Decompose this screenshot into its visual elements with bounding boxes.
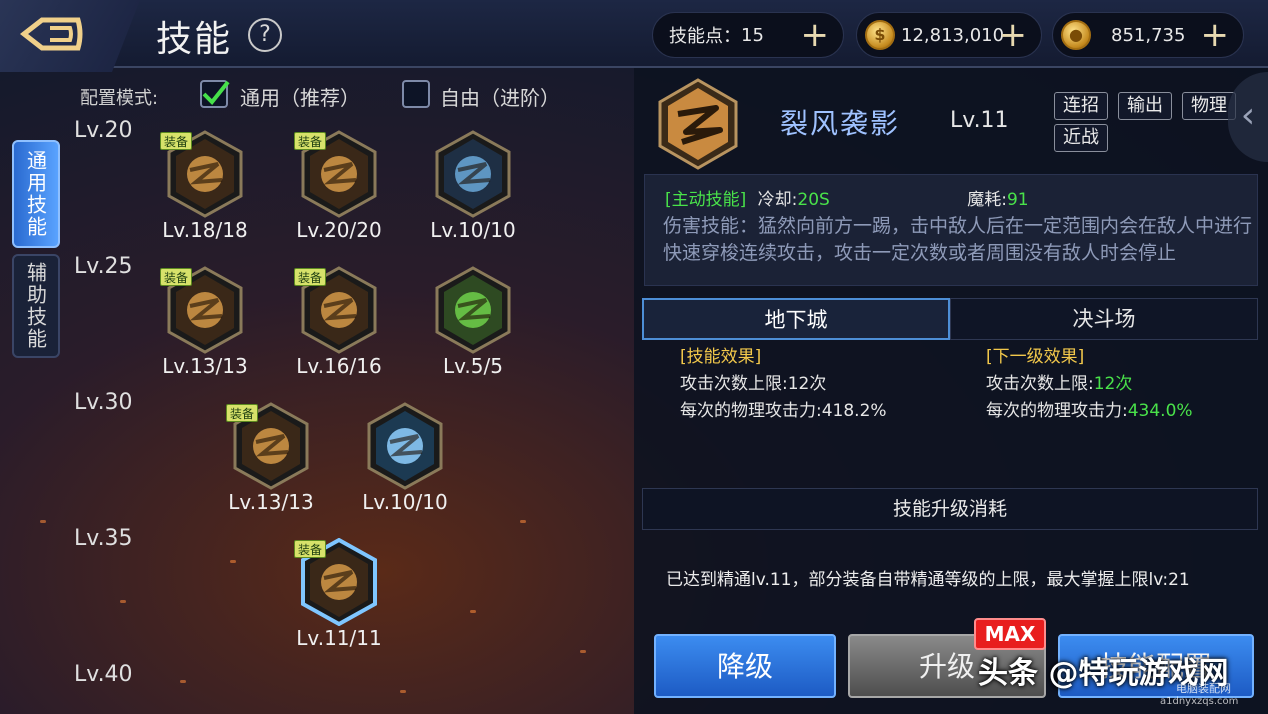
ember-decoration [580,650,586,653]
ice-fist-icon [367,402,443,490]
skill-slot[interactable]: Lv.10/10 [428,130,518,242]
level-row-label: Lv.20 [74,118,133,143]
cooldown-label: 冷却: [757,190,798,210]
downgrade-button[interactable]: 降级 [654,634,836,698]
ember-decoration [520,520,526,523]
skill-slot[interactable]: 装备 Lv.11/11 [294,538,384,650]
hits-next-value: 12次 [1093,374,1133,394]
skill-description-box[interactable]: [主动技能] 冷却:20S 魔耗:91 伤害技能：猛然向前方一踢，击中敌人后在一… [644,174,1258,286]
atk-label: 每次的物理攻击力: [680,401,822,421]
tab-assist-skills[interactable]: 辅助技能 [12,254,60,358]
skill-slot[interactable]: 装备 Lv.18/18 [160,130,250,242]
ember-decoration [40,520,46,523]
watermark-url: a1dnyxzqs.com [1160,696,1239,707]
atk-label: 每次的物理攻击力: [986,401,1128,421]
equipped-tag: 装备 [160,268,193,286]
ember-decoration [400,690,406,693]
next-effect: [下一级效果] 攻击次数上限:12次 每次的物理攻击力:434.0% [986,344,1193,425]
hits-label: 攻击次数上限: [680,374,788,394]
selected-skill-icon [658,78,738,170]
equipped-tag: 装备 [294,540,327,558]
skill-level-label: Lv.10/10 [430,218,516,242]
hits-current-value: 12次 [787,374,827,394]
tab-general-skills[interactable]: 通用技能 [12,140,60,248]
watermark-small: 电脑装配网 [1176,682,1231,695]
ember-decoration [120,600,126,603]
free-mode-checkbox[interactable] [402,80,430,108]
skill-name: 裂风袭影 [780,107,901,140]
level-row-label: Lv.30 [74,390,133,415]
skill-slot[interactable]: 装备 Lv.13/13 [226,402,316,514]
bound-gold-value: 851,735 [1111,24,1186,46]
skill-points-value: 15 [741,24,764,46]
level-row-label: Lv.25 [74,254,133,279]
atk-current-value: 418.2% [821,401,887,421]
gold-value: 12,813,010 [901,24,1005,46]
skill-description: 伤害技能：猛然向前方一踢，击中敌人后在一定范围内会在敌人中进行快速穿梭连续攻击，… [663,215,1253,264]
general-mode-checkbox[interactable] [200,80,230,108]
skill-slot[interactable]: Lv.10/10 [360,402,450,514]
next-effect-title: [下一级效果] [986,347,1085,367]
ember-decoration [230,560,236,563]
general-mode-label: 通用（推荐） [240,86,360,110]
skill-stats-row: [主动技能] 冷却:20S 魔耗:91 [665,185,1029,210]
skill-slot[interactable]: Lv.5/5 [428,266,518,378]
skill-level-label: Lv.10/10 [362,490,448,514]
mp-value: 91 [1006,190,1029,210]
skill-level-label: Lv.13/13 [162,354,248,378]
max-badge: MAX [974,618,1046,650]
config-mode-label: 配置模式: [80,88,159,109]
upgrade-cost-header: 技能升级消耗 [642,488,1258,530]
mp-label: 魔耗: [967,190,1007,210]
current-effect: [技能效果] 攻击次数上限:12次 每次的物理攻击力:418.2% [680,344,887,425]
level-row-label: Lv.35 [74,526,133,551]
back-button[interactable] [0,0,140,72]
skill-level-label: Lv.16/16 [296,354,382,378]
bound-gold-pill: ● 851,735 + [1052,12,1244,58]
skill-tag: 连招 [1054,92,1108,120]
skill-tag: 输出 [1118,92,1172,120]
ember-decoration [470,610,476,613]
help-icon[interactable]: ? [248,18,282,52]
equipped-tag: 装备 [160,132,193,150]
skill-tag: 近战 [1054,124,1108,152]
back-arrow-icon [20,17,83,51]
equipped-tag: 装备 [294,268,327,286]
top-bar: 技能 ? 技能点： 15 + $ 12,813,010 + ● 851,735 … [0,0,1268,72]
ember-decoration [180,680,186,683]
free-mode-label: 自由（进阶） [440,86,560,110]
gold-pill: $ 12,813,010 + [856,12,1042,58]
tab-arena[interactable]: 决斗场 [950,298,1258,340]
skill-level: Lv.11 [950,108,1009,133]
equipped-tag: 装备 [294,132,327,150]
current-effect-title: [技能效果] [680,347,762,367]
skill-level-label: Lv.13/13 [228,490,314,514]
green-figure-icon [435,266,511,354]
skill-slot[interactable]: 装备 Lv.13/13 [160,266,250,378]
skill-slot[interactable]: 装备 Lv.16/16 [294,266,384,378]
cooldown-value: 20S [797,190,830,210]
skill-level-label: Lv.20/20 [296,218,382,242]
skill-type: [主动技能] [665,190,747,210]
atk-next-value: 434.0% [1127,401,1193,421]
level-row-label: Lv.40 [74,662,133,687]
checkmark-icon [202,80,230,105]
gold-coin-icon: $ [865,20,895,50]
equipped-tag: 装备 [226,404,259,422]
bound-gold-coin-icon: ● [1061,20,1091,50]
skill-points-pill: 技能点： 15 + [652,12,844,58]
skill-level-label: Lv.18/18 [162,218,248,242]
tab-dungeon[interactable]: 地下城 [642,298,950,340]
add-skill-points-button[interactable]: + [801,18,830,52]
skill-level-label: Lv.11/11 [296,626,382,650]
page-title: 技能 [156,19,233,60]
body-aura-icon [435,130,511,218]
hits-label: 攻击次数上限: [986,374,1094,394]
add-gold-button[interactable]: + [999,18,1028,52]
skill-slot[interactable]: 装备 Lv.20/20 [294,130,384,242]
skill-points-label: 技能点： [669,26,741,47]
mastery-note: 已达到精通lv.11，部分装备自带精通等级的上限，最大掌握上限lv:21 [666,570,1190,590]
add-bound-gold-button[interactable]: + [1201,18,1230,52]
skill-level-label: Lv.5/5 [443,354,503,378]
